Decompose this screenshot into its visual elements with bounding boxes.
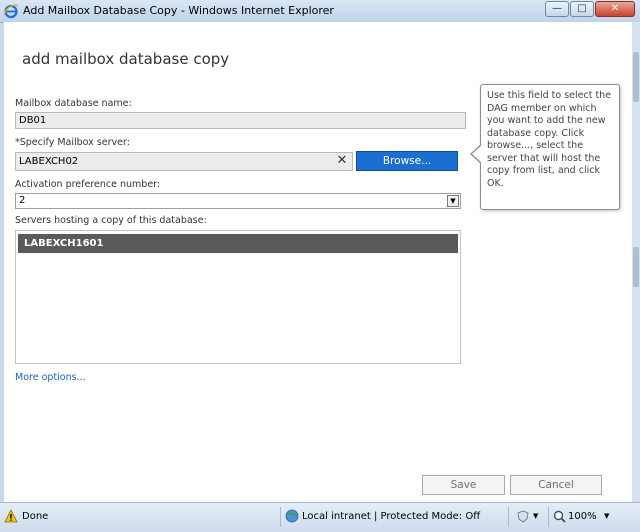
browse-button[interactable]: Browse... — [356, 151, 458, 171]
status-text: Done — [22, 511, 49, 522]
tooltip-pointer-fill — [472, 145, 482, 163]
maximize-button[interactable]: □ — [570, 1, 594, 17]
shield-icon[interactable] — [516, 510, 530, 523]
close-icon: ✕ — [610, 3, 620, 14]
title-bar: Add Mailbox Database Copy - Windows Inte… — [0, 0, 640, 23]
db-name-label: Mailbox database name: — [15, 98, 132, 109]
chevron-down-icon[interactable]: ▼ — [604, 512, 609, 520]
cancel-button[interactable]: Cancel — [510, 475, 602, 495]
scroll-thumb[interactable] — [633, 247, 639, 287]
server-label: *Specify Mailbox server: — [15, 137, 130, 148]
window-title: Add Mailbox Database Copy - Windows Inte… — [23, 4, 334, 17]
globe-icon — [285, 509, 299, 523]
activation-select[interactable]: 2 ▼ — [15, 193, 461, 209]
servers-label: Servers hosting a copy of this database: — [15, 215, 207, 226]
minimize-icon: — — [552, 3, 562, 14]
dialog-heading: add mailbox database copy — [22, 50, 230, 68]
status-divider — [280, 507, 281, 527]
db-name-field: DB01 — [15, 112, 466, 129]
status-divider — [508, 507, 509, 527]
chevron-down-icon[interactable]: ▼ — [447, 195, 459, 207]
clear-server-icon[interactable]: ✕ — [334, 153, 350, 169]
maximize-icon: □ — [577, 3, 587, 14]
scroll-thumb[interactable] — [633, 52, 639, 102]
status-divider — [548, 507, 549, 527]
activation-value: 2 — [19, 195, 26, 206]
chevron-down-icon[interactable]: ▼ — [533, 512, 538, 520]
ie-logo-icon — [3, 4, 19, 19]
servers-listbox[interactable]: LABEXCH1601 — [15, 230, 461, 364]
save-button[interactable]: Save — [422, 475, 505, 495]
minimize-button[interactable]: — — [545, 1, 569, 17]
zone-text[interactable]: Local intranet | Protected Mode: Off — [302, 511, 480, 522]
close-button[interactable]: ✕ — [595, 1, 635, 17]
server-field[interactable]: LABEXCH02 — [15, 152, 353, 171]
list-item[interactable]: LABEXCH1601 — [18, 234, 458, 253]
magnifier-icon[interactable] — [553, 510, 566, 523]
warning-icon — [4, 509, 18, 523]
more-options-link[interactable]: More options... — [15, 372, 86, 383]
window-scrollbar[interactable] — [632, 22, 640, 502]
activation-label: Activation preference number: — [15, 179, 161, 190]
help-tooltip: Use this field to select the DAG member … — [480, 84, 620, 210]
zoom-level[interactable]: 100% — [568, 511, 597, 522]
status-bar: Done Local intranet | Protected Mode: Of… — [0, 502, 640, 532]
tooltip-text: Use this field to select the DAG member … — [487, 90, 612, 189]
